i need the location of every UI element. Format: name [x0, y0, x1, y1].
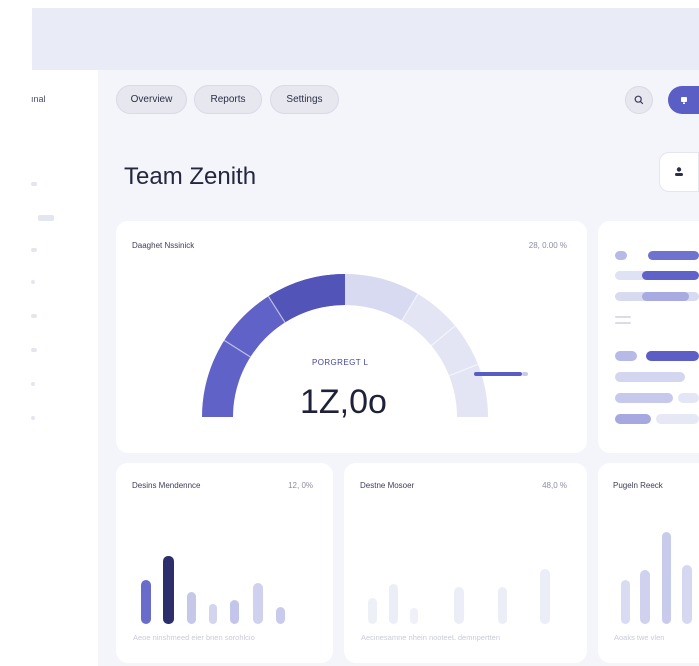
- gauge-card: Daaghet Nssinick 28, 0.00 % PORGREGT L 1…: [116, 221, 587, 453]
- sidebar-brand-label: ınal: [31, 94, 46, 104]
- list-bar: [642, 271, 699, 280]
- chart-bar: [682, 565, 692, 624]
- list-bar: [642, 292, 689, 301]
- sidebar-item[interactable]: [31, 348, 37, 352]
- card-caption: Aoaks twe vlen: [614, 633, 665, 642]
- search-button[interactable]: [625, 86, 653, 114]
- sidebar-item[interactable]: [31, 314, 37, 318]
- list-marker: [615, 351, 637, 361]
- user-icon: [675, 167, 683, 176]
- list-bar: [656, 414, 699, 424]
- list-marker: [615, 251, 627, 260]
- chart-bar: [163, 556, 174, 624]
- list-bar: [615, 372, 685, 382]
- tab-label: Reports: [210, 94, 246, 105]
- card-title: Destne Mosoer: [360, 481, 415, 490]
- gauge-value: 1Z,0o: [300, 383, 387, 421]
- chart-bar: [230, 600, 239, 624]
- chart-bar: [410, 608, 418, 624]
- list-divider: [615, 316, 631, 318]
- chart-bar: [621, 580, 630, 624]
- card-caption: Aeoe ninshmeed eier bnen sorohlcio: [133, 633, 255, 642]
- list-card: [598, 221, 699, 453]
- chart-bar: [209, 604, 217, 624]
- sidebar-item[interactable]: [31, 382, 35, 386]
- chart-bar: [662, 532, 671, 624]
- card-value: 48,0 %: [542, 481, 567, 490]
- chart-bar: [276, 607, 285, 624]
- search-icon: [634, 95, 644, 105]
- stat-card: Destne Mosoer 48,0 % Aecinesamne nhein n…: [344, 463, 587, 663]
- sidebar-item[interactable]: [31, 416, 35, 420]
- sidebar: ınal: [0, 70, 98, 666]
- user-button[interactable]: [659, 152, 699, 192]
- sidebar-item[interactable]: [38, 215, 54, 221]
- tab-label: Overview: [130, 94, 173, 105]
- sidebar-item[interactable]: [31, 248, 37, 252]
- list-bar: [615, 414, 651, 424]
- tab-reports[interactable]: Reports: [194, 85, 262, 114]
- tab-overview[interactable]: Overview: [116, 85, 187, 114]
- tab-settings[interactable]: Settings: [270, 85, 339, 114]
- chart-bar: [640, 570, 650, 624]
- list-bar: [648, 251, 699, 260]
- tab-label: Settings: [286, 94, 323, 105]
- notification-button[interactable]: [668, 86, 699, 114]
- sidebar-item[interactable]: [31, 280, 35, 284]
- bell-icon: [680, 97, 687, 104]
- stat-card: Desins Mendennce 12, 0% Aeoe ninshmeed e…: [116, 463, 333, 663]
- card-caption: Aecinesamne nhein nooteeL demnpertten: [361, 633, 500, 642]
- chart-bar: [253, 583, 263, 624]
- list-bar: [615, 393, 673, 403]
- gauge-indicator-tail: [522, 372, 528, 376]
- chart-bar: [498, 587, 507, 624]
- page-title: Team Zenith: [124, 163, 257, 190]
- list-bar: [646, 351, 699, 361]
- chart-bar: [454, 587, 464, 624]
- sidebar-item[interactable]: [31, 182, 37, 186]
- list-bar: [678, 393, 699, 403]
- chart-bar: [389, 584, 398, 624]
- gauge-label: PORGREGT L: [312, 358, 369, 367]
- top-band: [32, 8, 699, 70]
- card-title: Desins Mendennce: [132, 481, 201, 490]
- chart-bar: [540, 569, 550, 624]
- card-title: Pugeln Reeck: [613, 481, 663, 490]
- chart-bar: [141, 580, 151, 624]
- chart-bar: [368, 598, 377, 624]
- stat-card: Pugeln Reeck Aoaks twe vlen: [598, 463, 699, 663]
- list-divider: [615, 322, 631, 324]
- gauge-indicator: [474, 372, 522, 376]
- card-value: 12, 0%: [288, 481, 313, 490]
- chart-bar: [187, 592, 196, 624]
